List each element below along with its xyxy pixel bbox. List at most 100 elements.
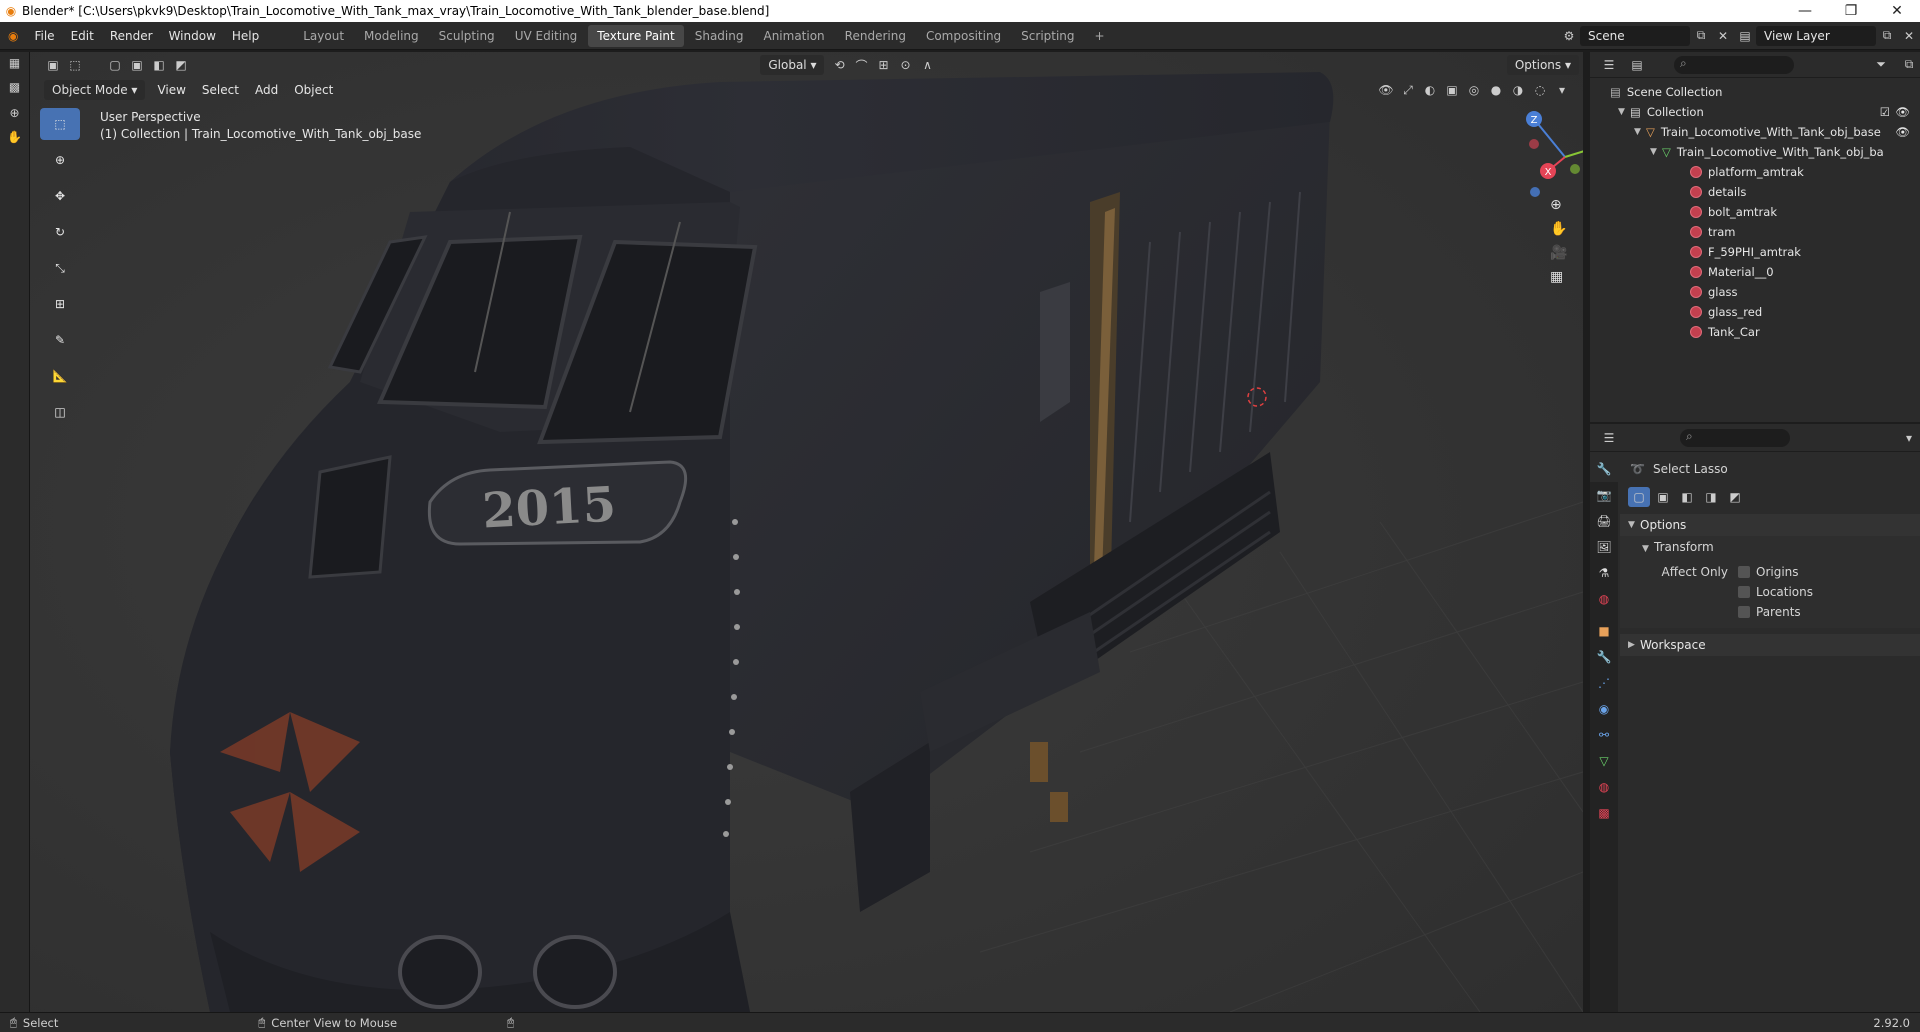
tab-compositing[interactable]: Compositing [917, 25, 1010, 47]
render-tab-icon[interactable]: 📷 [1590, 482, 1618, 508]
menu-help[interactable]: Help [224, 22, 267, 50]
properties-editor-icon[interactable]: ☰ [1598, 428, 1620, 448]
output-tab-icon[interactable]: 🖨 [1590, 508, 1618, 534]
new-view-layer-icon[interactable]: ⧉ [1876, 26, 1898, 46]
menu-add[interactable]: Add [247, 83, 286, 97]
material-tab-icon[interactable]: ◍ [1590, 774, 1618, 800]
pivot-icon[interactable]: ⟲ [828, 55, 850, 75]
gizmo-toggle-icon[interactable]: ⤢ [1397, 80, 1419, 100]
world-tab-icon[interactable]: ◍ [1590, 586, 1618, 612]
select-tool-icon[interactable]: ⬚ [64, 55, 86, 75]
minimize-icon[interactable]: — [1782, 3, 1828, 19]
scale-tool-icon[interactable]: ⤡ [40, 252, 80, 284]
mode-extend-icon[interactable]: ▣ [1652, 487, 1674, 507]
tab-texture-paint[interactable]: Texture Paint [588, 24, 684, 47]
transform-tool-icon[interactable]: ⊞ [40, 288, 80, 320]
measure-tool-icon[interactable]: 📐 [40, 360, 80, 392]
shading-render-icon[interactable]: ◌ [1529, 80, 1551, 100]
expand-icon[interactable]: ▼ [1634, 122, 1646, 142]
scene-icon[interactable]: ⚙ [1558, 26, 1580, 46]
eye-icon[interactable]: 👁 [1895, 122, 1910, 142]
menu-render[interactable]: Render [102, 22, 161, 50]
tool-tab-icon[interactable]: 🔧 [1590, 456, 1618, 482]
add-cube-tool-icon[interactable]: ◫ [40, 396, 80, 428]
tab-layout[interactable]: Layout [294, 25, 353, 47]
visibility-icon[interactable]: 👁 [1375, 80, 1397, 100]
filter-icon[interactable]: ⏷ [1870, 55, 1892, 75]
physics-tab-icon[interactable]: ◉ [1590, 696, 1618, 722]
menu-select[interactable]: Select [194, 83, 247, 97]
new-collection-icon[interactable]: ⧉ [1898, 55, 1920, 75]
checkbox-icon[interactable]: ☑ [1880, 102, 1890, 122]
section-workspace[interactable]: ▶ Workspace [1620, 634, 1920, 656]
outliner-row-material[interactable]: bolt_amtrak [1590, 202, 1920, 222]
select-box-tool-icon[interactable]: ⬚ [40, 108, 80, 140]
outliner-search-input[interactable]: ⌕ [1674, 55, 1794, 74]
mode-subtract-icon[interactable]: ◧ [1676, 487, 1698, 507]
tab-animation[interactable]: Animation [754, 25, 833, 47]
outliner-row-scene-collection[interactable]: ▤ Scene Collection [1590, 82, 1920, 102]
rotate-tool-icon[interactable]: ↻ [40, 216, 80, 248]
add-workspace-icon[interactable]: + [1086, 25, 1114, 47]
orientation-dropdown[interactable]: Global ▾ [760, 55, 825, 75]
move-tool-icon[interactable]: ✥ [40, 180, 80, 212]
3d-viewport[interactable]: 2015 Z Y X [30, 52, 1583, 1012]
select-mode-subtract-icon[interactable]: ◧ [148, 55, 170, 75]
tab-shading[interactable]: Shading [686, 25, 753, 47]
outliner-row-material[interactable]: tram [1590, 222, 1920, 242]
zoom-icon[interactable]: ⊕ [1550, 197, 1567, 213]
outliner-row-material[interactable]: details [1590, 182, 1920, 202]
outliner-row-material[interactable]: glass_red [1590, 302, 1920, 322]
mode-intersect-icon[interactable]: ◩ [1724, 487, 1746, 507]
close-icon[interactable]: ✕ [1874, 3, 1920, 19]
xray-icon[interactable]: ▣ [1441, 80, 1463, 100]
maximize-icon[interactable]: ❐ [1828, 3, 1874, 19]
outliner-row-object[interactable]: ▼ ▽ Train_Locomotive_With_Tank_obj_base … [1590, 122, 1920, 142]
outliner-row-material[interactable]: platform_amtrak [1590, 162, 1920, 182]
shading-material-icon[interactable]: ◑ [1507, 80, 1529, 100]
expand-icon[interactable]: ▼ [1650, 142, 1662, 162]
editor-type-icon[interactable]: ▣ [42, 55, 64, 75]
select-mode-extend-icon[interactable]: ▣ [126, 55, 148, 75]
checkbox-parents[interactable] [1738, 606, 1750, 618]
blender-menu-icon[interactable]: ◉ [0, 22, 26, 50]
display-mode-icon[interactable]: ▤ [1626, 55, 1648, 75]
pan-hand-icon[interactable]: ✋ [1550, 221, 1567, 237]
snap-target-icon[interactable]: ⊞ [872, 55, 894, 75]
ortho-grid-icon[interactable]: ▦ [1550, 269, 1567, 285]
snap-icon[interactable]: ⌒ [850, 55, 872, 75]
outliner-row-material[interactable]: glass [1590, 282, 1920, 302]
shading-wire-icon[interactable]: ◎ [1463, 80, 1485, 100]
menu-object[interactable]: Object [286, 83, 341, 97]
tab-uv-editing[interactable]: UV Editing [506, 25, 587, 47]
view-layer-icon[interactable]: ▤ [1734, 26, 1756, 46]
mode-set-icon[interactable]: ▢ [1628, 487, 1650, 507]
options-dropdown[interactable]: Options ▾ [1506, 55, 1579, 75]
hand-icon[interactable]: ✋ [0, 130, 29, 144]
shading-options-icon[interactable]: ▾ [1551, 80, 1573, 100]
delete-view-layer-icon[interactable]: ✕ [1898, 26, 1920, 46]
properties-search-input[interactable]: ⌕ [1680, 428, 1790, 447]
particles-tab-icon[interactable]: ⋰ [1590, 670, 1618, 696]
outliner-row-mesh[interactable]: ▼ ▽ Train_Locomotive_With_Tank_obj_ba [1590, 142, 1920, 162]
tab-rendering[interactable]: Rendering [836, 25, 915, 47]
texture-tab-icon[interactable]: ▩ [1590, 800, 1618, 826]
tab-modeling[interactable]: Modeling [355, 25, 428, 47]
scene-tab-icon[interactable]: ⚗ [1590, 560, 1618, 586]
overlay-icon[interactable]: ◐ [1419, 80, 1441, 100]
select-mode-intersect-icon[interactable]: ◩ [170, 55, 192, 75]
expand-icon[interactable]: ▼ [1618, 102, 1630, 122]
checkbox-locations[interactable] [1738, 586, 1750, 598]
properties-options-icon[interactable]: ▾ [1898, 428, 1920, 448]
menu-file[interactable]: File [26, 22, 62, 50]
subsection-transform[interactable]: ▼ Transform [1620, 536, 1920, 558]
annotate-tool-icon[interactable]: ✎ [40, 324, 80, 356]
tab-scripting[interactable]: Scripting [1012, 25, 1083, 47]
editor-type-icon[interactable]: ▦ [0, 56, 29, 70]
select-mode-new-icon[interactable]: ▢ [104, 55, 126, 75]
outliner-row-collection[interactable]: ▼ ▤ Collection ☑ 👁 [1590, 102, 1920, 122]
new-scene-icon[interactable]: ⧉ [1690, 26, 1712, 46]
cursor-tool-icon[interactable]: ⊕ [40, 144, 80, 176]
outliner-row-material[interactable]: Tank_Car [1590, 322, 1920, 342]
object-tab-icon[interactable]: ■ [1590, 618, 1618, 644]
